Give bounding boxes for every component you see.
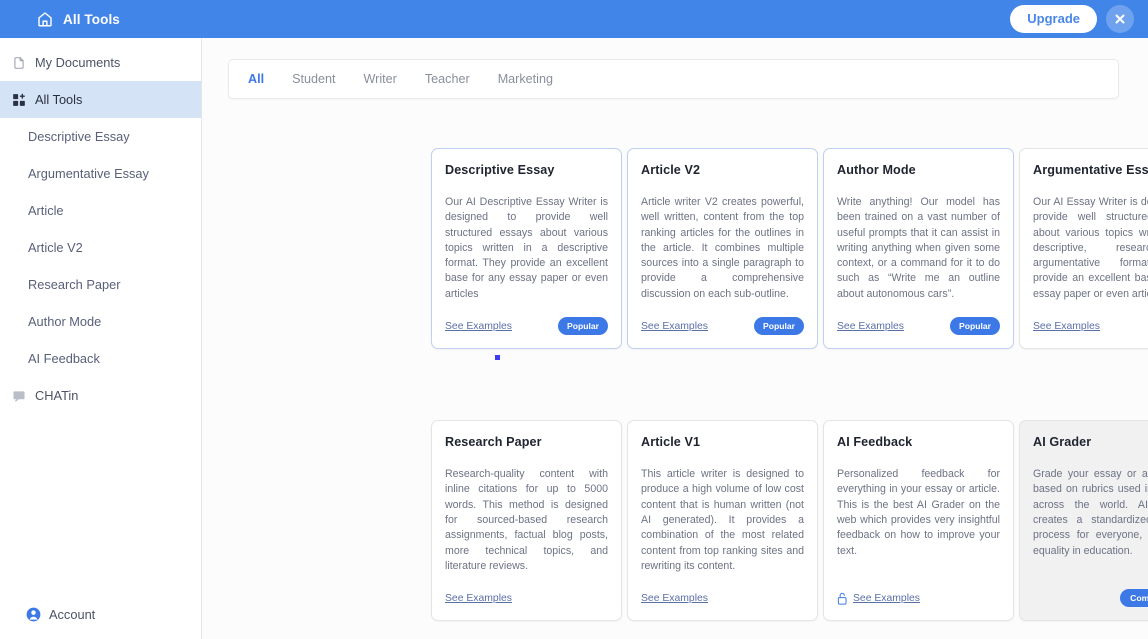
- tool-card-research-paper[interactable]: Research Paper Research-quality content …: [431, 420, 622, 621]
- card-footer: See Examples: [445, 588, 608, 608]
- card-title: Article V1: [641, 435, 804, 449]
- status-badge: Popular: [558, 317, 608, 336]
- sidebar-item-my-documents[interactable]: My Documents: [0, 44, 201, 81]
- sidebar-subitem-label: Article V2: [28, 240, 83, 255]
- sidebar-item-descriptive-essay[interactable]: Descriptive Essay: [0, 118, 201, 155]
- topbar-title: All Tools: [63, 12, 120, 27]
- sidebar-item-research-paper[interactable]: Research Paper: [0, 266, 201, 303]
- tool-card-article-v2[interactable]: Article V2 Article writer V2 creates pow…: [627, 148, 818, 349]
- tab-all[interactable]: All: [248, 73, 264, 86]
- sidebar-item-author-mode[interactable]: Author Mode: [0, 303, 201, 340]
- card-description: Research-quality content with inline cit…: [445, 467, 608, 574]
- card-description: Our AI Descriptive Essay Writer is desig…: [445, 195, 608, 302]
- sidebar-item-ai-feedback[interactable]: AI Feedback: [0, 340, 201, 377]
- cursor-artifact: [495, 355, 500, 360]
- topbar-actions: Upgrade: [1010, 5, 1134, 33]
- tool-card-argumentative-essay[interactable]: Argumentative Essay Our AI Essay Writer …: [1019, 148, 1148, 349]
- card-title: Descriptive Essay: [445, 163, 608, 177]
- tool-card-ai-feedback[interactable]: AI Feedback Personalized feedback for ev…: [823, 420, 1014, 621]
- topbar-brand[interactable]: All Tools: [36, 10, 120, 28]
- card-footer: See Examples Popular: [445, 316, 608, 336]
- card-row: Descriptive Essay Our AI Descriptive Ess…: [431, 148, 1148, 349]
- sidebar-subitem-label: AI Feedback: [28, 351, 100, 366]
- card-description: Grade your essay or assignment based on …: [1033, 467, 1148, 574]
- see-examples-link[interactable]: See Examples: [837, 321, 904, 332]
- grid-plus-icon: [12, 93, 26, 107]
- see-examples-link[interactable]: See Examples: [641, 593, 708, 604]
- sidebar-subitem-label: Author Mode: [28, 314, 101, 329]
- tab-student[interactable]: Student: [292, 73, 335, 86]
- tool-card-descriptive-essay[interactable]: Descriptive Essay Our AI Descriptive Ess…: [431, 148, 622, 349]
- see-examples-link[interactable]: See Examples: [853, 593, 920, 604]
- upgrade-button[interactable]: Upgrade: [1010, 5, 1097, 33]
- category-tabs: All Student Writer Teacher Marketing: [228, 59, 1119, 99]
- card-title: AI Grader: [1033, 435, 1148, 449]
- tool-card-ai-grader[interactable]: AI Grader Grade your essay or assignment…: [1019, 420, 1148, 621]
- card-title: Article V2: [641, 163, 804, 177]
- tab-writer[interactable]: Writer: [364, 73, 397, 86]
- see-examples-link[interactable]: See Examples: [1033, 321, 1100, 332]
- sidebar-item-article-v2[interactable]: Article V2: [0, 229, 201, 266]
- card-footer: See Examples Popular: [641, 316, 804, 336]
- sidebar-subitem-label: Argumentative Essay: [28, 166, 149, 181]
- sidebar-account[interactable]: Account: [0, 597, 201, 631]
- card-footer: Coming Soon: [1033, 588, 1148, 608]
- sidebar-subitem-label: Descriptive Essay: [28, 129, 130, 144]
- status-badge: Popular: [950, 317, 1000, 336]
- tab-teacher[interactable]: Teacher: [425, 73, 470, 86]
- sidebar-nav-top: My Documents All Tools Descriptive Essay…: [0, 38, 201, 414]
- card-description: This article writer is designed to produ…: [641, 467, 804, 574]
- home-icon: [36, 10, 54, 28]
- card-title: AI Feedback: [837, 435, 1000, 449]
- tool-card-author-mode[interactable]: Author Mode Write anything! Our model ha…: [823, 148, 1014, 349]
- sidebar-subitem-label: Article: [28, 203, 64, 218]
- card-description: Personalized feedback for everything in …: [837, 467, 1000, 574]
- see-examples-link[interactable]: See Examples: [445, 593, 512, 604]
- sidebar: My Documents All Tools Descriptive Essay…: [0, 38, 202, 639]
- card-description: Our AI Essay Writer is designed to provi…: [1033, 195, 1148, 302]
- card-description: Write anything! Our model has been train…: [837, 195, 1000, 302]
- tab-marketing[interactable]: Marketing: [498, 73, 553, 86]
- sidebar-account-label: Account: [49, 607, 95, 622]
- document-icon: [12, 56, 26, 70]
- lock-icon: [837, 592, 853, 605]
- status-badge: Popular: [754, 317, 804, 336]
- account-avatar-icon: [26, 607, 41, 622]
- close-button[interactable]: [1106, 5, 1134, 33]
- see-examples-link[interactable]: See Examples: [641, 321, 708, 332]
- see-examples-link[interactable]: See Examples: [445, 321, 512, 332]
- sidebar-item-chatin[interactable]: CHATin: [0, 377, 201, 414]
- chat-icon: [12, 389, 26, 403]
- card-footer: See Examples: [641, 588, 804, 608]
- card-footer: See Examples Popular: [837, 316, 1000, 336]
- card-title: Author Mode: [837, 163, 1000, 177]
- card-footer: See Examples: [1033, 316, 1148, 336]
- card-title: Argumentative Essay: [1033, 163, 1148, 177]
- status-badge: Coming Soon: [1120, 589, 1148, 608]
- main-content: All Student Writer Teacher Marketing Des…: [202, 38, 1148, 639]
- sidebar-item-label: My Documents: [35, 55, 120, 70]
- sidebar-item-argumentative-essay[interactable]: Argumentative Essay: [0, 155, 201, 192]
- top-bar: All Tools Upgrade: [0, 0, 1148, 38]
- card-title: Research Paper: [445, 435, 608, 449]
- card-footer: See Examples: [837, 588, 1000, 608]
- close-icon: [1113, 12, 1127, 26]
- sidebar-item-label: All Tools: [35, 92, 82, 107]
- sidebar-item-article[interactable]: Article: [0, 192, 201, 229]
- card-row: Research Paper Research-quality content …: [431, 420, 1148, 621]
- tool-card-grid: Descriptive Essay Our AI Descriptive Ess…: [431, 148, 1148, 621]
- sidebar-item-label: CHATin: [35, 388, 78, 403]
- tool-card-article-v1[interactable]: Article V1 This article writer is design…: [627, 420, 818, 621]
- sidebar-item-all-tools[interactable]: All Tools: [0, 81, 201, 118]
- sidebar-subitem-label: Research Paper: [28, 277, 120, 292]
- card-description: Article writer V2 creates powerful, well…: [641, 195, 804, 302]
